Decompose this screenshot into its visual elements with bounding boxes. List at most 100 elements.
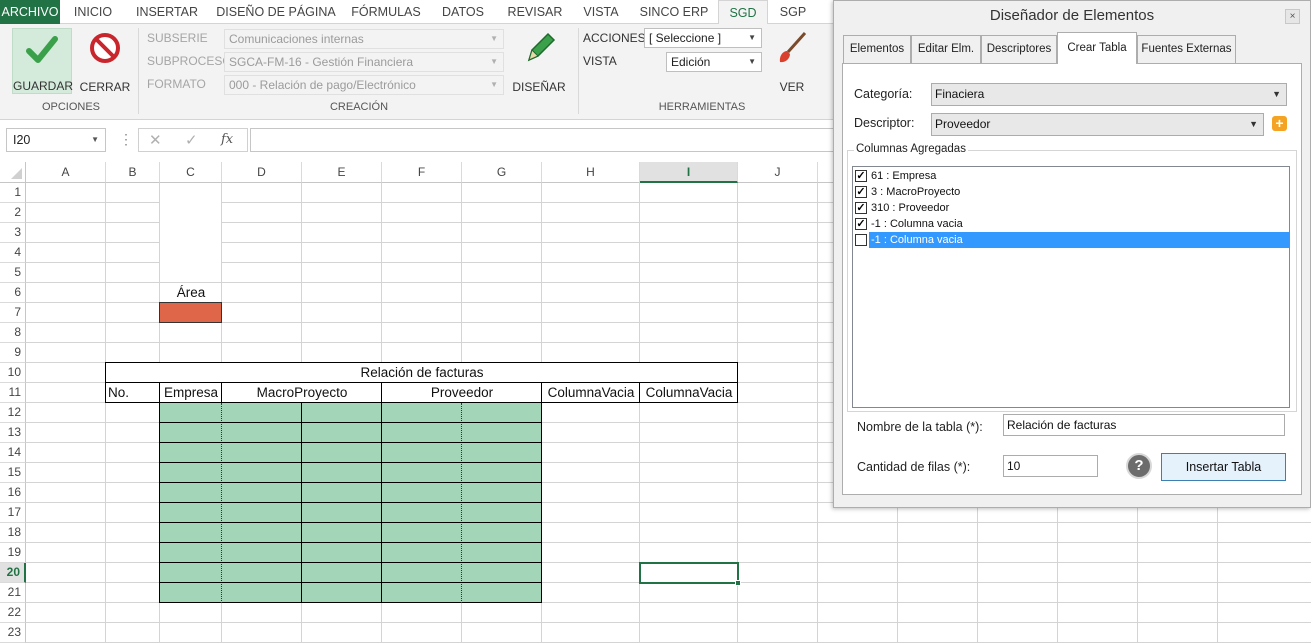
list-item-label: 3 : MacroProyecto (871, 186, 961, 198)
cantidad-filas-input[interactable]: 10 (1003, 455, 1098, 477)
tab-revisar[interactable]: REVISAR (500, 0, 570, 24)
area-color-cell[interactable] (159, 302, 222, 323)
disenar-button[interactable]: DISEÑAR (510, 28, 568, 94)
column-header-a[interactable]: A (26, 162, 106, 183)
more-options-icon: ⋮ (119, 131, 133, 147)
subproceso-select[interactable]: SGCA-FM-16 - Gestión Financiera ▼ (224, 52, 504, 72)
column-header-h[interactable]: H (542, 162, 640, 183)
checkbox[interactable]: ✓ (855, 218, 867, 230)
row-header-6[interactable]: 6 (0, 283, 26, 303)
column-header-e[interactable]: E (302, 162, 382, 183)
designer-panel: Diseñador de Elementos × Elementos Edita… (833, 0, 1311, 508)
tab-sgp[interactable]: SGP (770, 0, 816, 24)
column-header-c[interactable]: C (160, 162, 222, 183)
tab-archivo[interactable]: ARCHIVO (0, 0, 60, 24)
tab-fuentes-externas[interactable]: Fuentes Externas (1137, 35, 1236, 63)
cancel-icon[interactable]: ✕ (149, 131, 162, 149)
tab-inicio[interactable]: INICIO (62, 0, 124, 24)
acciones-select[interactable]: [ Seleccione ] ▼ (644, 28, 762, 48)
row-header-19[interactable]: 19 (0, 543, 26, 563)
name-box[interactable]: I20 ▼ (6, 128, 106, 152)
tab-sinco-erp[interactable]: SINCO ERP (632, 0, 716, 24)
row-header-14[interactable]: 14 (0, 443, 26, 463)
guardar-button[interactable]: GUARDAR (12, 28, 73, 94)
checkbox[interactable]: ✓ (855, 202, 867, 214)
cerrar-button[interactable]: CERRAR (78, 28, 132, 94)
confirm-icon[interactable]: ✓ (185, 131, 198, 149)
tab-insertar[interactable]: INSERTAR (128, 0, 206, 24)
ver-button[interactable]: VER (768, 28, 816, 94)
tab-editar-elm[interactable]: Editar Elm. (911, 35, 981, 63)
help-icon[interactable]: ? (1126, 453, 1152, 479)
column-header-g[interactable]: G (462, 162, 542, 183)
row-header-23[interactable]: 23 (0, 623, 26, 643)
tab-descriptores[interactable]: Descriptores (981, 35, 1057, 63)
row-header-16[interactable]: 16 (0, 483, 26, 503)
row-header-21[interactable]: 21 (0, 583, 26, 603)
column-header-i[interactable]: I (640, 162, 738, 183)
add-descriptor-icon[interactable]: + (1272, 116, 1287, 131)
tab-crear-tabla[interactable]: Crear Tabla (1057, 32, 1137, 64)
selected-cell-i20[interactable] (639, 562, 739, 584)
row-header-22[interactable]: 22 (0, 603, 26, 623)
row-header-2[interactable]: 2 (0, 203, 26, 223)
row-header-20[interactable]: 20 (0, 563, 26, 583)
row-header-15[interactable]: 15 (0, 463, 26, 483)
list-item[interactable]: ✓ -1 : Columna vacia (853, 216, 1289, 232)
categoria-label: Categoría: (854, 87, 913, 101)
row-header-3[interactable]: 3 (0, 223, 26, 243)
insertar-tabla-button[interactable]: Insertar Tabla (1161, 453, 1286, 481)
vista-value: Edición (671, 55, 711, 69)
select-all-corner[interactable] (0, 162, 26, 183)
list-item[interactable]: ✓ 61 : Empresa (853, 168, 1289, 184)
vista-select[interactable]: Edición ▼ (666, 52, 762, 72)
subserie-select[interactable]: Comunicaciones internas ▼ (224, 29, 504, 49)
row-header-4[interactable]: 4 (0, 243, 26, 263)
tab-formulas[interactable]: FÓRMULAS (346, 0, 426, 24)
close-icon[interactable]: × (1285, 9, 1300, 24)
tab-diseno-pagina[interactable]: DISEÑO DE PÁGINA (210, 0, 342, 24)
checkbox[interactable] (855, 234, 867, 246)
row-header-8[interactable]: 8 (0, 323, 26, 343)
row-header-11[interactable]: 11 (0, 383, 26, 403)
cantidad-filas-label: Cantidad de filas (*): (857, 460, 971, 474)
row-header-18[interactable]: 18 (0, 523, 26, 543)
table-row-line (160, 422, 541, 423)
insert-function-icon[interactable]: fx (221, 132, 233, 147)
column-header-d[interactable]: D (222, 162, 302, 183)
ver-label: VER (779, 80, 805, 94)
row-header-12[interactable]: 12 (0, 403, 26, 423)
list-item[interactable]: ✓ 310 : Proveedor (853, 200, 1289, 216)
categoria-select[interactable]: Finaciera ▼ (931, 83, 1287, 106)
subproceso-value: SGCA-FM-16 - Gestión Financiera (229, 55, 414, 69)
tab-datos[interactable]: DATOS (430, 0, 496, 24)
column-header-j[interactable]: J (738, 162, 818, 183)
tab-vista[interactable]: VISTA (574, 0, 628, 24)
cerrar-label: CERRAR (79, 80, 131, 94)
nombre-tabla-input[interactable]: Relación de facturas (1003, 414, 1285, 436)
tab-elementos[interactable]: Elementos (843, 35, 911, 63)
row-header-7[interactable]: 7 (0, 303, 26, 323)
descriptor-select[interactable]: Proveedor ▼ (931, 113, 1264, 136)
list-item[interactable]: -1 : Columna vacia (853, 232, 1289, 248)
table-column-line (301, 403, 302, 603)
chevron-down-icon: ▼ (1249, 119, 1258, 129)
row-header-9[interactable]: 9 (0, 343, 26, 363)
row-header-5[interactable]: 5 (0, 263, 26, 283)
columns-list[interactable]: ✓ 61 : Empresa ✓ 3 : MacroProyecto ✓ 310… (852, 166, 1290, 408)
checkbox[interactable]: ✓ (855, 170, 867, 182)
row-header-1[interactable]: 1 (0, 183, 26, 203)
row-header-10[interactable]: 10 (0, 363, 26, 383)
table-header-proveedor: Proveedor (430, 385, 494, 400)
gridline (817, 183, 818, 643)
tab-sgd[interactable]: SGD (718, 0, 768, 25)
checkbox[interactable]: ✓ (855, 186, 867, 198)
row-header-13[interactable]: 13 (0, 423, 26, 443)
formato-select[interactable]: 000 - Relación de pago/Electrónico ▼ (224, 75, 504, 95)
column-header-b[interactable]: B (106, 162, 160, 183)
column-header-f[interactable]: F (382, 162, 462, 183)
table-column-line (221, 403, 222, 603)
fill-handle[interactable] (735, 580, 741, 586)
list-item[interactable]: ✓ 3 : MacroProyecto (853, 184, 1289, 200)
row-header-17[interactable]: 17 (0, 503, 26, 523)
